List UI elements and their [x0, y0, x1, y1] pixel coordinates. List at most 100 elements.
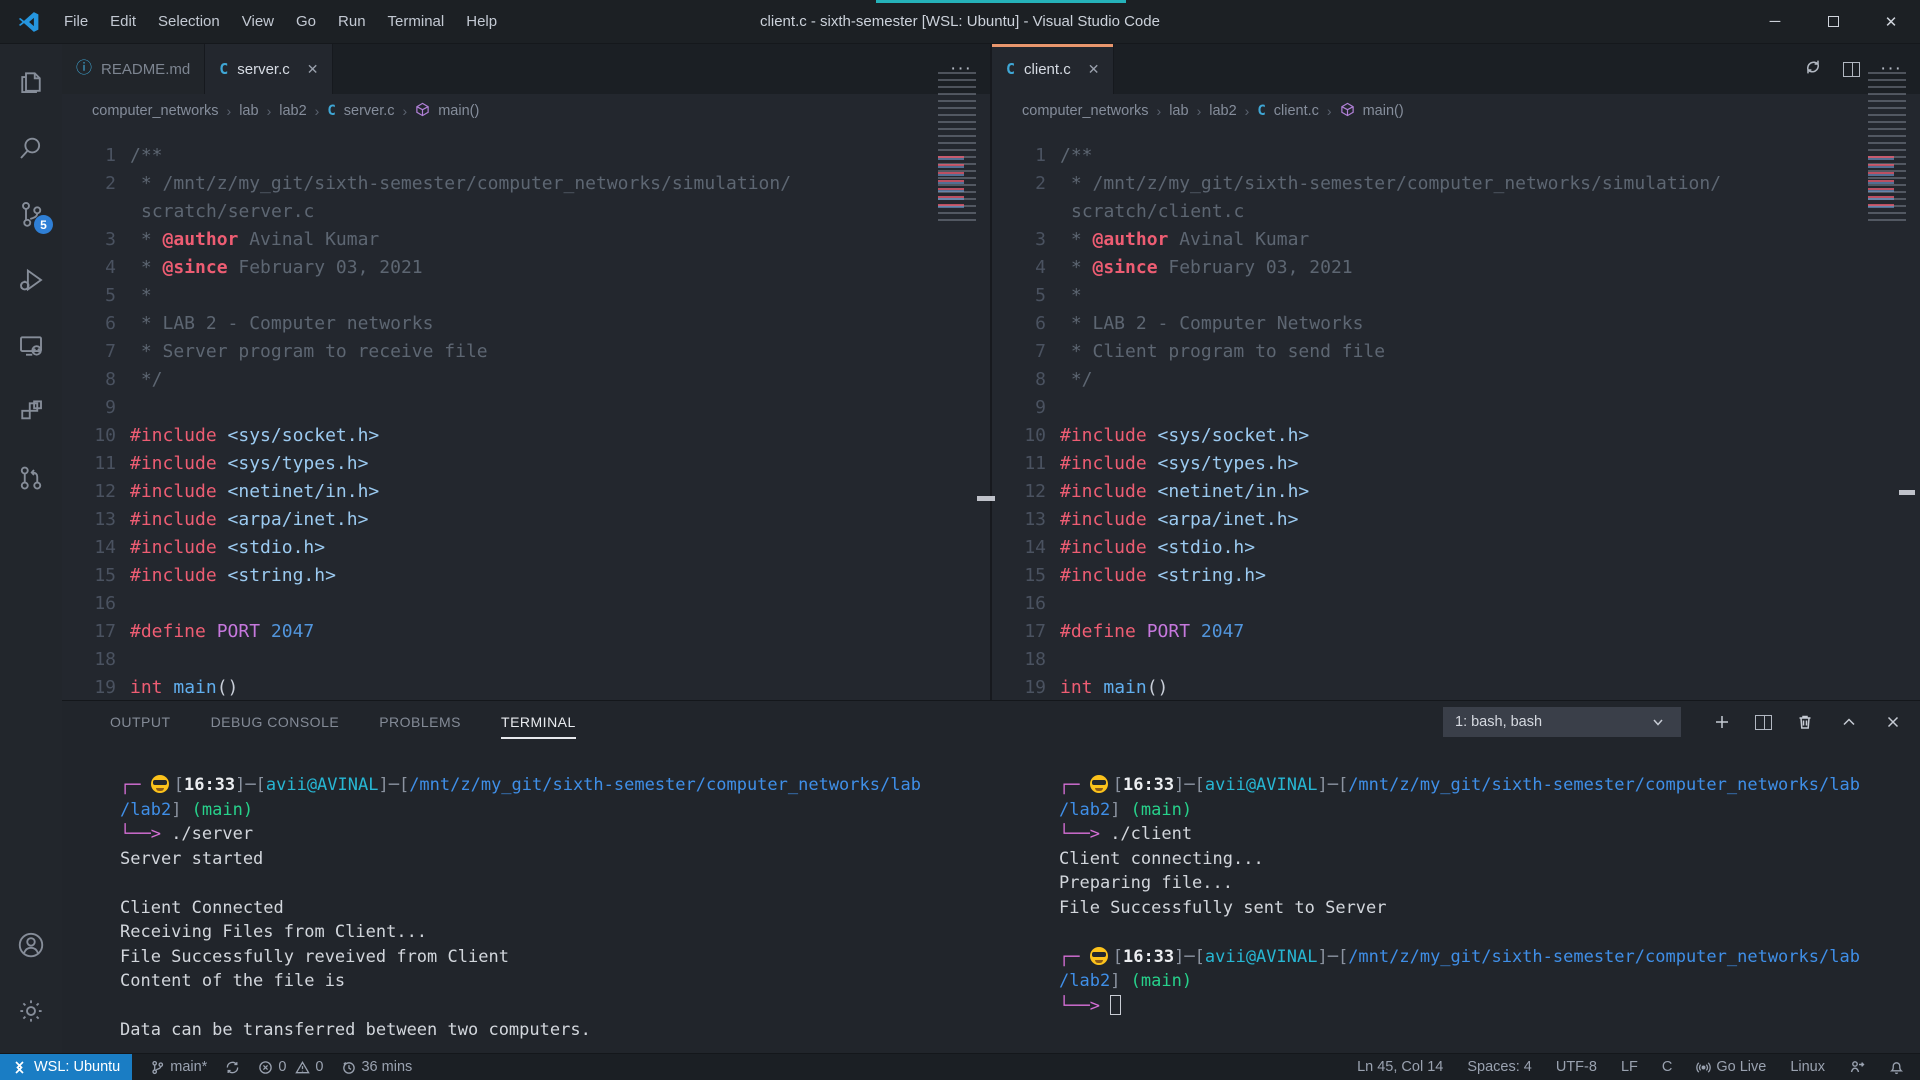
- sync-icon: [225, 1060, 240, 1075]
- minimap[interactable]: [1868, 72, 1906, 224]
- open-changes-icon[interactable]: [1803, 57, 1823, 82]
- breadcrumb-left: computer_networks› lab› lab2› C server.c…: [62, 94, 990, 128]
- extensions-icon[interactable]: [7, 388, 55, 436]
- breadcrumb-item[interactable]: lab2: [279, 103, 306, 119]
- status-bar: WSL: Ubuntu main* 0 0 36 mins Ln 45, Col…: [0, 1053, 1920, 1080]
- go-live-item[interactable]: Go Live: [1696, 1059, 1766, 1075]
- code-line: 17#define PORT 2047: [62, 618, 990, 646]
- terminal-client[interactable]: ┌─ [16:33]─[avii@AVINAL]─[/mnt/z/my_git/…: [1015, 743, 1920, 1053]
- remote-explorer-icon[interactable]: [7, 322, 55, 370]
- timer-item[interactable]: 36 mins: [341, 1059, 412, 1075]
- terminal-server[interactable]: ┌─ [16:33]─[avii@AVINAL]─[/mnt/z/my_git/…: [62, 743, 1015, 1053]
- menu-selection[interactable]: Selection: [147, 0, 231, 43]
- menu-edit[interactable]: Edit: [99, 0, 147, 43]
- editor-group-left: ⓘ README.md C server.c ✕ ··· co: [62, 44, 990, 700]
- line-number: 17: [62, 618, 130, 646]
- new-terminal-icon[interactable]: [1711, 711, 1733, 733]
- line-number: 18: [992, 646, 1060, 674]
- run-debug-icon[interactable]: [7, 256, 55, 304]
- split-editor-icon[interactable]: [1843, 62, 1860, 77]
- code-line: 8 */: [992, 366, 1920, 394]
- breadcrumb-item[interactable]: lab: [1169, 103, 1188, 119]
- source-control-icon[interactable]: 5: [7, 190, 55, 238]
- code-line: 19int main(): [992, 674, 1920, 700]
- warning-count: 0: [315, 1059, 323, 1075]
- line-number: 10: [992, 422, 1060, 450]
- code-editor-client[interactable]: 1/**2 * /mnt/z/my_git/sixth-semester/com…: [992, 128, 1920, 700]
- code-line: 8 */: [62, 366, 990, 394]
- sync-item[interactable]: [225, 1060, 240, 1075]
- code-editor-server[interactable]: 1/**2 * /mnt/z/my_git/sixth-semester/com…: [62, 128, 990, 700]
- indentation-item[interactable]: Spaces: 4: [1467, 1059, 1532, 1075]
- terminal-area: ┌─ [16:33]─[avii@AVINAL]─[/mnt/z/my_git/…: [62, 743, 1920, 1053]
- close-panel-icon[interactable]: [1882, 711, 1904, 733]
- language-mode-item[interactable]: C: [1662, 1059, 1672, 1075]
- tab-client-c[interactable]: C client.c ✕: [992, 44, 1114, 94]
- sunglasses-emoji-icon: [151, 775, 169, 793]
- panel-header: OUTPUT DEBUG CONSOLE PROBLEMS TERMINAL 1…: [62, 701, 1920, 743]
- panel-tab-debug-console[interactable]: DEBUG CONSOLE: [211, 710, 340, 734]
- breadcrumb-item[interactable]: client.c: [1274, 103, 1319, 119]
- line-number: [62, 198, 130, 226]
- menu-view[interactable]: View: [231, 0, 285, 43]
- panel-tab-output[interactable]: OUTPUT: [110, 710, 171, 734]
- panel-tab-terminal[interactable]: TERMINAL: [501, 710, 576, 734]
- menu-terminal[interactable]: Terminal: [377, 0, 456, 43]
- cursor-position-item[interactable]: Ln 45, Col 14: [1357, 1059, 1443, 1075]
- problems-item[interactable]: 0 0: [258, 1059, 323, 1075]
- tab-server-c[interactable]: C server.c ✕: [205, 44, 333, 94]
- code-line: 1/**: [62, 142, 990, 170]
- menu-help[interactable]: Help: [455, 0, 508, 43]
- line-number: 8: [62, 366, 130, 394]
- feedback-item[interactable]: [1849, 1059, 1865, 1075]
- tab-label: client.c: [1024, 61, 1071, 78]
- menu-file[interactable]: File: [53, 0, 99, 43]
- editor-group-right: C client.c ✕ ··· computer_networks› lab›: [992, 44, 1920, 700]
- explorer-icon[interactable]: [7, 58, 55, 106]
- terminal-line: [120, 871, 1015, 896]
- breadcrumb-item[interactable]: main(): [438, 103, 479, 119]
- tab-readme-md[interactable]: ⓘ README.md: [62, 44, 205, 94]
- kill-terminal-trash-icon[interactable]: [1794, 711, 1816, 733]
- panel-tab-problems[interactable]: PROBLEMS: [379, 710, 461, 734]
- pull-requests-icon[interactable]: [7, 454, 55, 502]
- split-terminal-icon[interactable]: [1755, 715, 1772, 730]
- notifications-item[interactable]: [1889, 1060, 1904, 1075]
- menu-go[interactable]: Go: [285, 0, 327, 43]
- restore-button[interactable]: [1804, 0, 1862, 43]
- terminal-line: File Successfully sent to Server: [1059, 896, 1920, 921]
- line-number: 16: [62, 590, 130, 618]
- code-line: 15#include <string.h>: [992, 562, 1920, 590]
- scrollbar-indicator: [1899, 490, 1915, 495]
- encoding-item[interactable]: UTF-8: [1556, 1059, 1597, 1075]
- close-button[interactable]: ✕: [1862, 0, 1920, 43]
- remote-indicator[interactable]: WSL: Ubuntu: [0, 1054, 132, 1080]
- remote-icon: [12, 1060, 27, 1075]
- settings-gear-icon[interactable]: [7, 987, 55, 1035]
- line-number: 1: [992, 142, 1060, 170]
- code-line: 5 *: [992, 282, 1920, 310]
- terminal-line: Data can be transferred between two comp…: [120, 1018, 1015, 1043]
- accounts-icon[interactable]: [7, 921, 55, 969]
- minimize-button[interactable]: ─: [1746, 0, 1804, 43]
- os-item[interactable]: Linux: [1790, 1059, 1825, 1075]
- minimap[interactable]: [938, 72, 976, 224]
- search-icon[interactable]: [7, 124, 55, 172]
- git-branch-item[interactable]: main*: [150, 1059, 207, 1075]
- close-tab-icon[interactable]: ✕: [1088, 61, 1100, 78]
- breadcrumb-item[interactable]: main(): [1363, 103, 1404, 119]
- maximize-panel-icon[interactable]: [1838, 711, 1860, 733]
- close-tab-icon[interactable]: ✕: [307, 61, 319, 78]
- breadcrumb-item[interactable]: lab: [239, 103, 258, 119]
- eol-item[interactable]: LF: [1621, 1059, 1638, 1075]
- line-number: 6: [992, 310, 1060, 338]
- line-number: 2: [62, 170, 130, 198]
- breadcrumb-item[interactable]: server.c: [344, 103, 395, 119]
- breadcrumb-item[interactable]: computer_networks: [1022, 103, 1149, 119]
- breadcrumb-item[interactable]: lab2: [1209, 103, 1236, 119]
- terminal-picker-dropdown[interactable]: 1: bash, bash: [1443, 707, 1681, 737]
- warning-icon: [295, 1060, 310, 1075]
- breadcrumb-item[interactable]: computer_networks: [92, 103, 219, 119]
- bell-icon: [1889, 1060, 1904, 1075]
- menu-run[interactable]: Run: [327, 0, 377, 43]
